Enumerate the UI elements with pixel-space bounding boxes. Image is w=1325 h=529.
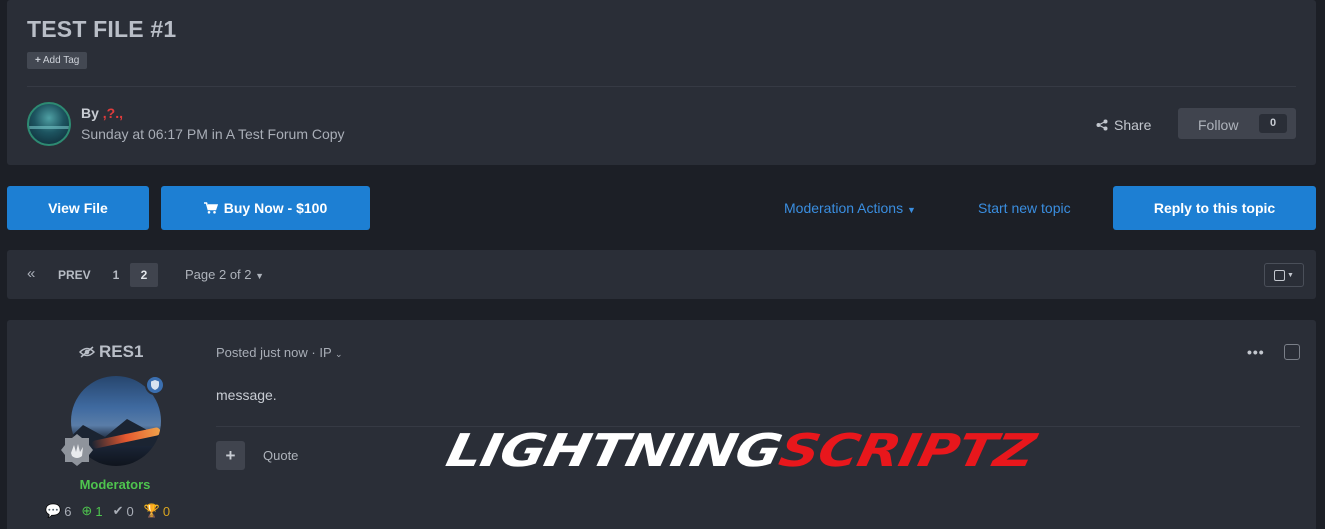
byline: By ,?.,: [81, 105, 123, 121]
caret-down-icon: ▼: [255, 271, 265, 281]
start-new-topic-link[interactable]: Start new topic: [978, 200, 1071, 216]
posted-label: Posted just now · IP: [216, 345, 332, 360]
share-button[interactable]: Share: [1096, 117, 1151, 133]
watermark-part-1: LIGHTNING: [441, 424, 786, 477]
achievements-value: 0: [162, 503, 171, 519]
follow-button[interactable]: Follow 0: [1178, 108, 1296, 139]
quote-button[interactable]: Quote: [263, 448, 298, 463]
caret-down-icon: ▼: [906, 205, 916, 215]
user-group-label: Moderators: [79, 477, 151, 492]
multiquote-button[interactable]: +: [216, 441, 245, 470]
post-count-value: 6: [64, 503, 72, 519]
prev-page-link[interactable]: PREV: [58, 268, 91, 282]
watermark-part-2: SCRIPTZ: [774, 424, 1040, 477]
watermark-logo: LIGHTNINGSCRIPTZ: [442, 424, 1040, 476]
checkbox-icon: [1274, 269, 1286, 281]
topic-header: TEST FILE #1 + Add Tag By ,?., Sunday at …: [7, 0, 1316, 165]
topic-meta: Sunday at 06:17 PM in A Test Forum Copy: [81, 126, 345, 142]
moderator-shield-icon: [145, 375, 165, 395]
trophy-icon: 🏆: [143, 503, 160, 518]
page-link-2-current[interactable]: 2: [130, 263, 158, 287]
caret-down-icon: ▼: [1287, 271, 1294, 279]
comments-icon: 💬: [45, 503, 62, 518]
pagination-bar: « PREV 1 2 Page 2 of 2 ▼ ▼: [7, 250, 1316, 299]
post-timestamp[interactable]: Posted just now · IP ⌄: [216, 345, 343, 360]
share-label: Share: [1114, 117, 1152, 133]
hidden-eye-icon: [79, 346, 95, 358]
solutions: ✔ 0: [113, 503, 134, 519]
header-divider: [27, 86, 1296, 87]
post-author[interactable]: RES1: [79, 342, 143, 362]
by-label: By: [81, 105, 99, 121]
plus-circle-icon: ⊕: [81, 503, 93, 518]
post-count: 💬 6: [45, 503, 71, 519]
reputation: ⊕ 1: [81, 503, 102, 519]
buy-now-label: Buy Now - $100: [223, 200, 328, 216]
page-link-1[interactable]: 1: [107, 263, 125, 287]
add-tag-button[interactable]: + Add Tag: [27, 52, 88, 69]
post-content: message.: [216, 387, 277, 403]
buy-now-button[interactable]: Buy Now - $100: [161, 186, 370, 230]
solutions-value: 0: [126, 503, 134, 519]
author-avatar[interactable]: [27, 102, 71, 146]
multi-select-toggle[interactable]: ▼: [1264, 263, 1304, 287]
post-author-name: RES1: [99, 342, 144, 361]
page-jump-dropdown[interactable]: Page 2 of 2 ▼: [185, 267, 264, 282]
follow-count: 0: [1259, 114, 1287, 133]
rank-badge-icon: [60, 433, 94, 467]
add-tag-label: Add Tag: [42, 55, 80, 66]
check-circle-icon: ✔: [112, 503, 124, 518]
moderation-actions-label: Moderation Actions: [784, 200, 904, 216]
page-title: TEST FILE #1: [27, 16, 177, 42]
author-link[interactable]: ,?.,: [103, 105, 123, 121]
reply-button[interactable]: Reply to this topic: [1113, 186, 1316, 230]
follow-label: Follow: [1198, 117, 1239, 133]
reputation-value: 1: [95, 503, 103, 519]
chevron-down-icon: ⌄: [335, 349, 343, 359]
moderation-actions-menu[interactable]: Moderation Actions ▼: [784, 200, 916, 216]
page-jump-label: Page 2 of 2: [185, 267, 252, 282]
share-icon: [1096, 119, 1108, 131]
plus-icon: +: [225, 446, 236, 465]
post-options-menu[interactable]: •••: [1247, 344, 1265, 360]
achievements: 🏆 0: [144, 503, 170, 519]
plus-icon: +: [35, 55, 41, 66]
view-file-button[interactable]: View File: [7, 186, 149, 230]
cart-icon: [203, 187, 218, 231]
author-stats: 💬 6 ⊕ 1 ✔ 0 🏆 0: [45, 503, 170, 519]
post-select-checkbox[interactable]: [1284, 344, 1300, 360]
first-page-icon[interactable]: «: [27, 265, 35, 282]
